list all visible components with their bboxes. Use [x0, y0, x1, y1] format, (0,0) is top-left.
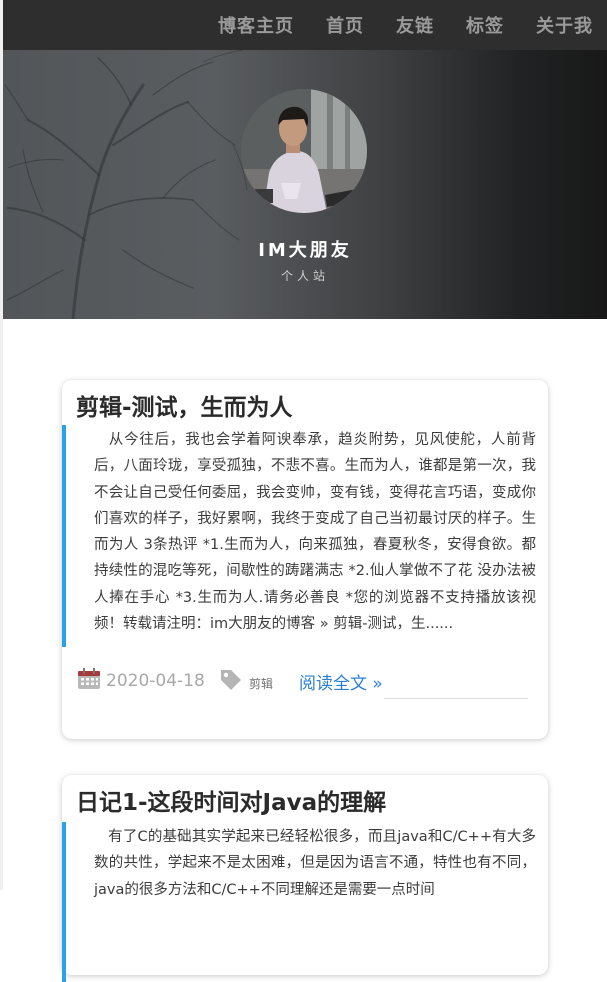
nav-home[interactable]: 首页	[326, 12, 364, 38]
nav-blog-home[interactable]: 博客主页	[218, 12, 294, 38]
meta-divider	[384, 698, 528, 699]
post-excerpt: 从今往后，我也会学着阿谀奉承，趋炎附势，见风使舵，人前背后，八面玲珑，享受孤独，…	[62, 425, 548, 647]
read-more-link[interactable]: 阅读全文 »	[299, 669, 383, 694]
post-card: 日记1-这段时间对Java的理解 有了C的基础其实学起来已经轻松很多，而且jav…	[62, 775, 548, 982]
site-subtitle: 个人站	[280, 269, 329, 283]
nav-tags[interactable]: 标签	[466, 12, 504, 38]
post-tag[interactable]: 剪辑	[249, 675, 273, 692]
post-title[interactable]: 剪辑-测试，生而为人	[76, 388, 293, 422]
avatar	[241, 89, 367, 213]
post-excerpt-text: 从今往后，我也会学着阿谀奉承，趋炎附势，见风使舵，人前背后，八面玲珑，享受孤独，…	[94, 432, 536, 633]
post-meta: 2020-04-18 剪辑 阅读全文 »	[77, 666, 537, 696]
top-navbar: 博客主页 首页 友链 标签 关于我	[3, 0, 607, 50]
nav-friend-links[interactable]: 友链	[396, 12, 434, 38]
post-card: 剪辑-测试，生而为人 从今往后，我也会学着阿谀奉承，趋炎附势，见风使舵，人前背后…	[62, 380, 548, 739]
nav-about-me[interactable]: 关于我	[536, 12, 593, 38]
post-excerpt: 有了C的基础其实学起来已经轻松很多，而且java和C/C++有大多数的共性，学起…	[62, 822, 548, 982]
post-excerpt-text: 有了C的基础其实学起来已经轻松很多，而且java和C/C++有大多数的共性，学起…	[94, 829, 536, 898]
site-name: IM大朋友	[258, 240, 352, 261]
hero-banner: IM大朋友 个人站	[3, 50, 607, 319]
tag-icon	[221, 670, 241, 690]
calendar-icon	[78, 668, 100, 689]
post-title[interactable]: 日记1-这段时间对Java的理解	[76, 783, 386, 817]
post-date: 2020-04-18	[106, 671, 205, 691]
